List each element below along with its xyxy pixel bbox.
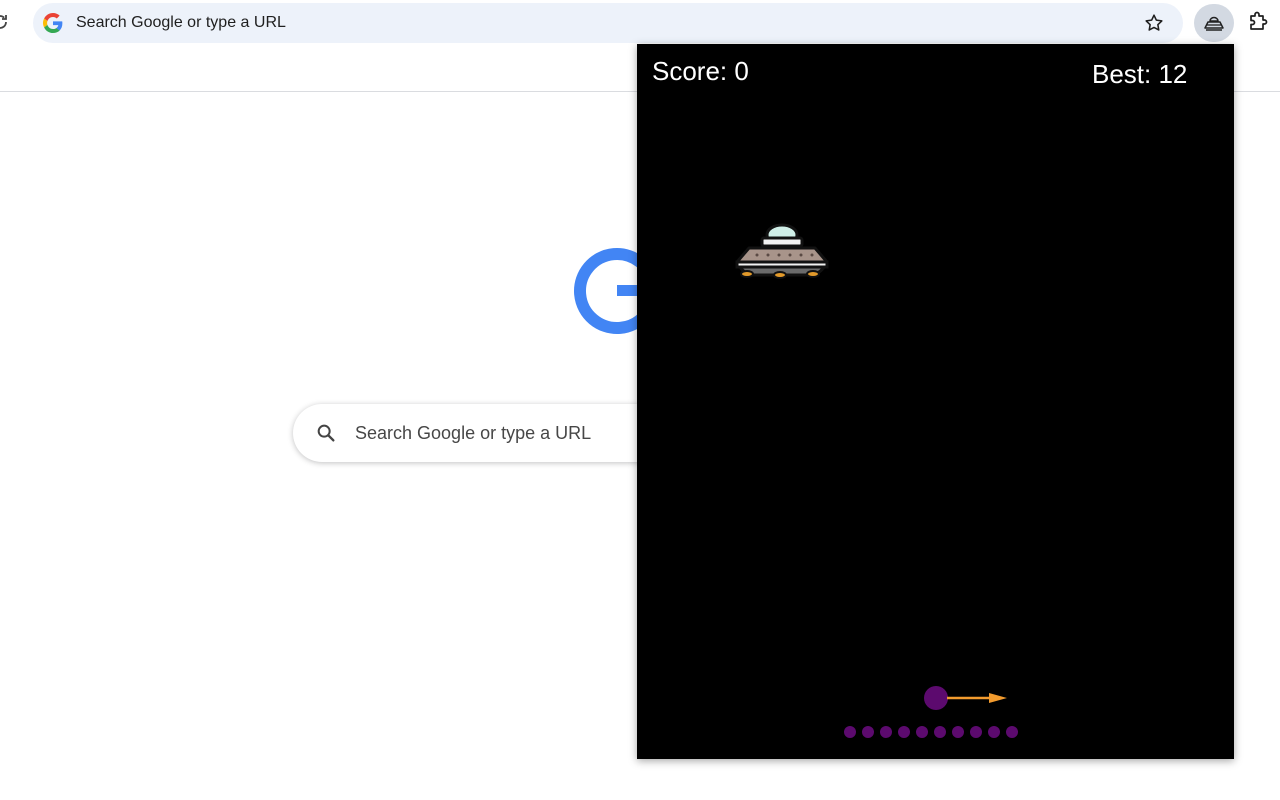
ammo-dot: [862, 726, 874, 738]
address-bar[interactable]: Search Google or type a URL: [33, 3, 1183, 43]
ufo-extension-button[interactable]: [1194, 4, 1234, 42]
ntp-search-placeholder: Search Google or type a URL: [355, 423, 592, 443]
ammo-dot: [916, 726, 928, 738]
ammo-dot: [1006, 726, 1018, 738]
ammo-dot: [844, 726, 856, 738]
ammo-dot: [970, 726, 982, 738]
ammo-dot: [952, 726, 964, 738]
ammo-dot: [880, 726, 892, 738]
best-score-label: Best: 12: [1092, 59, 1188, 89]
ammo-dot: [898, 726, 910, 738]
search-icon: [317, 424, 335, 442]
ufo-enemy-icon: [735, 223, 829, 279]
ammo-dot: [988, 726, 1000, 738]
browser-toolbar: Search Google or type a URL: [0, 0, 1280, 46]
google-icon: [43, 13, 63, 33]
ammo-indicator: [842, 726, 1027, 740]
ammo-dot: [934, 726, 946, 738]
reload-icon[interactable]: [0, 12, 10, 32]
bookmark-star-icon[interactable]: [1143, 12, 1165, 34]
player-shooter[interactable]: [923, 686, 1013, 712]
address-bar-text: Search Google or type a URL: [76, 14, 286, 31]
extension-popup: Score: 0 Best: 12: [637, 44, 1234, 759]
extensions-puzzle-icon[interactable]: [1246, 9, 1270, 33]
score-label: Score: 0: [652, 56, 749, 86]
ufo-icon: [1204, 16, 1224, 31]
